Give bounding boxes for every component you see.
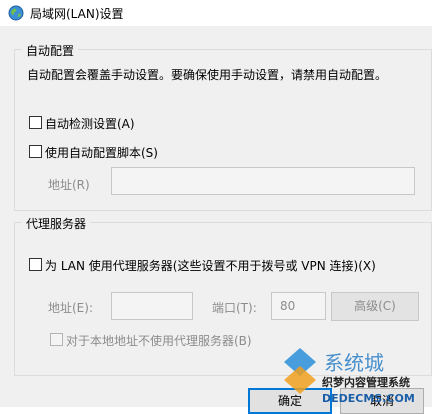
use-proxy-checkbox[interactable] xyxy=(29,258,42,271)
proxy-port-input[interactable]: 80 xyxy=(271,292,326,320)
ok-button[interactable]: 确定 xyxy=(248,388,332,414)
cancel-button[interactable]: 取消 xyxy=(340,388,424,414)
script-address-label: 地址(R) xyxy=(48,178,90,192)
script-address-input[interactable] xyxy=(111,167,415,195)
auto-config-group-title: 自动配置 xyxy=(22,42,79,59)
auto-detect-checkbox[interactable] xyxy=(29,116,42,129)
proxy-port-label: 端口(T): xyxy=(212,301,257,315)
use-script-label[interactable]: 使用自动配置脚本(S) xyxy=(45,144,158,161)
bypass-local-checkbox[interactable] xyxy=(50,333,63,346)
title-bar[interactable]: 局域网(LAN)设置 xyxy=(0,0,432,26)
proxy-group-title: 代理服务器 xyxy=(22,215,91,232)
proxy-address-input[interactable] xyxy=(111,292,193,320)
use-proxy-label[interactable]: 为 LAN 使用代理服务器(这些设置不用于拨号或 VPN 连接)(X) xyxy=(45,257,376,274)
advanced-button[interactable]: 高级(C) xyxy=(331,292,419,321)
auto-config-description: 自动配置会覆盖手动设置。要确保使用手动设置，请禁用自动配置。 xyxy=(27,68,388,82)
globe-network-icon xyxy=(8,5,24,21)
use-script-checkbox[interactable] xyxy=(29,145,42,158)
dialog-body: 自动配置 自动配置会覆盖手动设置。要确保使用手动设置，请禁用自动配置。 自动检测… xyxy=(0,26,432,414)
proxy-address-label: 地址(E): xyxy=(48,301,93,315)
proxy-port-value: 80 xyxy=(280,299,296,313)
bypass-local-label[interactable]: 对于本地地址不使用代理服务器(B) xyxy=(66,332,252,349)
window-title: 局域网(LAN)设置 xyxy=(30,7,124,21)
auto-detect-label[interactable]: 自动检测设置(A) xyxy=(45,115,135,132)
